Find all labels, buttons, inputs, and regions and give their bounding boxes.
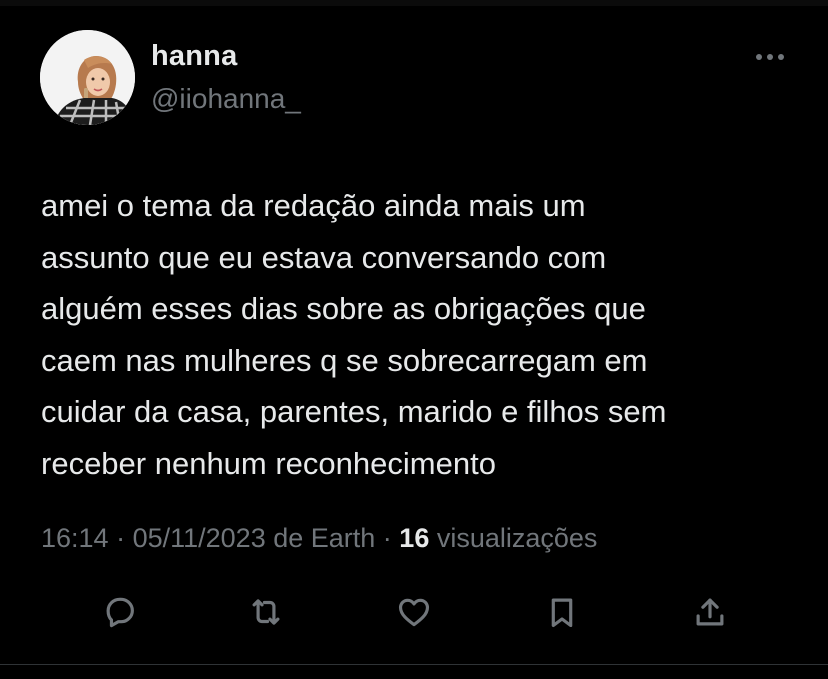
reply-button[interactable] [98,590,142,634]
tweet-date[interactable]: 05/11/2023 [133,523,266,553]
more-horizontal-icon [756,54,784,60]
tweet-text: amei o tema da redação ainda mais um ass… [41,188,667,481]
retweet-icon [252,599,280,625]
author-display-name[interactable]: hanna [151,40,237,73]
tweet-source: de Earth [265,523,376,553]
meta-separator: · [375,523,400,553]
share-button[interactable] [688,590,732,634]
author-handle[interactable]: @iiohanna_ [151,83,301,115]
top-divider [0,0,828,6]
tweet-meta: 16:14 · 05/11/2023 de Earth · 16 visuali… [41,523,597,554]
avatar[interactable] [40,30,135,125]
tweet-time[interactable]: 16:14 [41,523,109,553]
like-button[interactable] [392,590,436,634]
avatar-photo [40,30,135,125]
heart-icon [398,598,430,627]
bookmark-button[interactable] [540,590,584,634]
reply-icon [106,597,134,628]
retweet-button[interactable] [244,590,288,634]
tweet-actions [0,590,828,634]
share-icon [696,598,724,626]
more-options-button[interactable] [748,44,792,70]
views-count: 16 [399,523,430,553]
bookmark-icon [551,598,573,628]
bottom-divider [0,664,828,665]
views-label: visualizações [429,523,598,553]
meta-separator: · [108,523,133,553]
